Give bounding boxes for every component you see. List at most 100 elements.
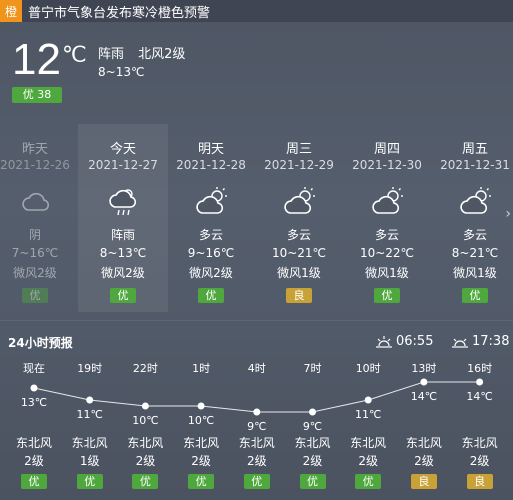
shower-icon <box>108 186 140 218</box>
hour-forecast[interactable]: 1时 东北风 2级优 <box>173 360 229 489</box>
day-condition: 阴 <box>28 228 41 242</box>
day-temperature-range: 10~22℃ <box>359 246 415 260</box>
day-date: 2021-12-26 <box>0 158 70 172</box>
day-temperature-range: 9~16℃ <box>187 246 235 260</box>
hour-wind-direction: 东北风 <box>350 436 387 450</box>
day-date: 2021-12-29 <box>264 158 334 172</box>
hour-aqi-badge: 优 <box>188 474 215 489</box>
day-aqi-badge: 优 <box>110 288 136 303</box>
hour-wind-direction: 东北风 <box>71 436 108 450</box>
hour-wind-level: 1级 <box>79 454 100 468</box>
current-description: 阵雨 北风2级 <box>98 43 185 62</box>
hour-aqi-badge: 优 <box>243 474 270 489</box>
hour-wind-level: 2级 <box>191 454 211 468</box>
temperature-label: 11℃ <box>355 408 381 421</box>
hour-aqi-badge: 优 <box>21 474 47 489</box>
hour-wind-level: 2级 <box>135 454 156 468</box>
sunset-time: 17:38 <box>472 334 510 349</box>
day-aqi-badge: 良 <box>286 288 312 303</box>
day-aqi-badge: 优 <box>198 288 224 303</box>
hour-aqi-badge: 优 <box>355 474 382 489</box>
hour-forecast[interactable]: 10时 东北风 2级优 <box>340 360 396 489</box>
day-condition: 多云 <box>374 228 399 242</box>
current-temperature: 12 <box>12 35 61 84</box>
day-temperature-range: 10~21℃ <box>271 246 327 260</box>
warning-badge: 橙 <box>0 0 22 22</box>
hour-aqi-badge: 优 <box>132 474 159 489</box>
hour-wind-direction: 东北风 <box>294 436 331 450</box>
temperature-point <box>197 402 205 410</box>
sunset: 17:38 <box>452 334 509 349</box>
day-wind: 微风1级 <box>453 266 497 280</box>
current-aqi-badge[interactable]: 优 38 <box>12 87 62 103</box>
temperature-point <box>309 408 316 416</box>
sunrise-icon <box>376 335 392 348</box>
chevron-right-icon[interactable]: › <box>505 206 511 222</box>
day-name: 周四 <box>373 142 400 157</box>
day-wind: 微风1级 <box>365 266 409 280</box>
day-condition: 多云 <box>286 228 311 242</box>
day-wind: 微风1级 <box>277 266 321 280</box>
day-condition: 多云 <box>198 228 223 242</box>
temperature-label: 11℃ <box>77 408 103 421</box>
hour-wind-direction: 东北风 <box>183 436 220 450</box>
hourly-forecast-title: 24小时预报 <box>8 336 73 350</box>
day-date: 2021-12-28 <box>176 158 246 172</box>
sunrise: 06:55 <box>376 334 433 349</box>
hour-wind-level: 2级 <box>414 454 434 468</box>
hour-wind-direction: 东北风 <box>238 436 275 450</box>
day-forecast[interactable]: 明天 2021-12-28 多云 9~16℃ 微风2级优 <box>166 124 256 312</box>
day-temperature-range: 8~13℃ <box>99 246 147 260</box>
day-forecast[interactable]: 周五 2021-12-31 多云 8~21℃ 微风1级优 <box>430 124 513 312</box>
day-aqi-badge: 优 <box>374 288 400 303</box>
hour-wind-level: 2级 <box>302 454 323 468</box>
day-date: 2021-12-27 <box>88 158 158 172</box>
hour-wind-direction: 东北风 <box>127 436 164 450</box>
hour-forecast[interactable]: 7时 东北风 2级优 <box>285 360 341 489</box>
hour-time: 13时 <box>411 362 437 375</box>
day-name: 明天 <box>197 142 224 157</box>
temperature-label: 9℃ <box>303 420 322 433</box>
hour-wind-direction: 东北风 <box>461 436 498 450</box>
day-forecast[interactable]: 周三 2021-12-29 多云 10~21℃ 微风1级良 <box>254 124 344 312</box>
temperature-point <box>420 378 428 386</box>
sunrise-time: 06:55 <box>396 334 434 349</box>
hour-time: 10时 <box>355 362 381 375</box>
day-forecast[interactable]: 周四 2021-12-30 多云 10~22℃ 微风1级优 <box>342 124 432 312</box>
temperature-point <box>141 402 149 410</box>
day-condition: 阵雨 <box>110 228 135 242</box>
day-forecast[interactable]: 昨天 2021-12-26 阴 7~16℃ 微风2级优 <box>0 124 80 312</box>
current-condition: 阵雨 <box>98 47 125 62</box>
sunset-icon <box>452 338 468 348</box>
current-wind: 北风2级 <box>138 47 186 62</box>
hour-aqi-badge: 良 <box>410 474 437 489</box>
warning-bar[interactable]: 橙 普宁市气象台发布寒冷橙色预警 <box>0 0 513 22</box>
hour-wind-level: 2级 <box>469 454 490 468</box>
day-aqi-badge: 优 <box>22 288 48 303</box>
temperature-point <box>253 408 261 416</box>
temperature-label: 10℃ <box>188 414 214 427</box>
day-forecast[interactable]: 今天 2021-12-27 阵雨 8~13℃ 微风2级优 <box>78 124 168 312</box>
cloudy-icon <box>20 186 52 218</box>
temperature-label: 14℃ <box>466 390 492 403</box>
current-temperature-unit: ℃ <box>62 42 87 67</box>
hour-forecast[interactable]: 19时 东北风 1级优 <box>62 360 118 489</box>
hour-time: 7时 <box>303 362 322 375</box>
day-wind: 微风2级 <box>13 266 57 280</box>
hour-aqi-badge: 良 <box>466 474 493 489</box>
day-temperature-range: 8~21℃ <box>451 246 499 260</box>
divider <box>0 320 513 321</box>
hour-forecast[interactable]: 4时 东北风 2级优 <box>229 360 285 489</box>
hour-forecast[interactable]: 16时 东北风 2级良 <box>452 360 508 489</box>
hour-forecast[interactable]: 现在 东北风 2级优 <box>6 360 62 489</box>
temperature-label: 13℃ <box>21 396 47 409</box>
hour-forecast[interactable]: 13时 东北风 2级良 <box>396 360 452 489</box>
warning-text[interactable]: 普宁市气象台发布寒冷橙色预警 <box>28 2 210 21</box>
temperature-label: 9℃ <box>247 420 266 433</box>
day-condition: 多云 <box>462 228 487 242</box>
day-wind: 微风2级 <box>101 266 145 280</box>
day-date: 2021-12-31 <box>440 158 510 172</box>
hour-time: 4时 <box>247 362 266 375</box>
hour-forecast[interactable]: 22时 东北风 2级优 <box>117 360 173 489</box>
temperature-point <box>86 396 94 404</box>
